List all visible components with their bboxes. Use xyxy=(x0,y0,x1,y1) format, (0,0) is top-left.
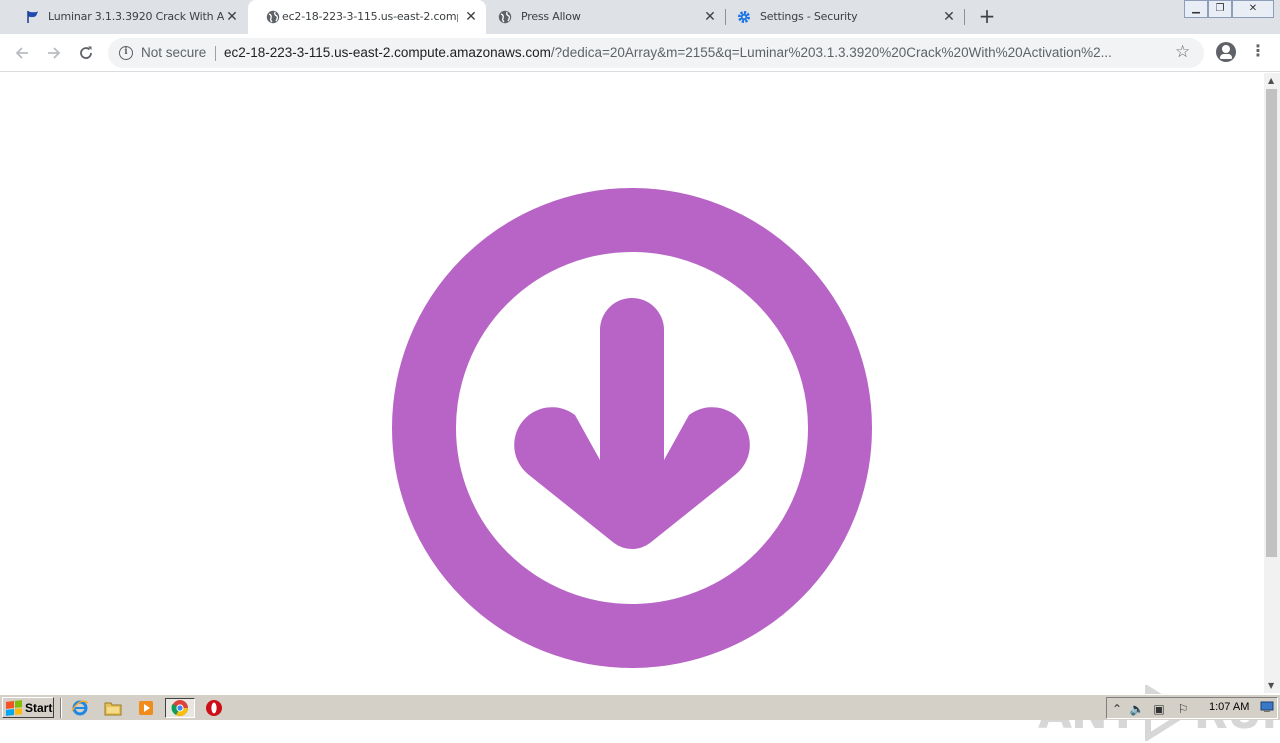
close-tab-icon[interactable]: ✕ xyxy=(941,9,957,25)
scroll-down-icon[interactable]: ▼ xyxy=(1268,681,1274,690)
browser-toolbar: i Not secure ec2-18-223-3-115.us-east-2.… xyxy=(0,34,1280,72)
bookmark-star-icon[interactable]: ☆ xyxy=(1175,42,1190,62)
close-window-button[interactable]: ✕ xyxy=(1232,0,1274,18)
close-tab-icon[interactable]: ✕ xyxy=(224,9,240,25)
scroll-thumb[interactable] xyxy=(1266,89,1277,557)
forward-button[interactable] xyxy=(42,42,66,64)
opera-icon[interactable] xyxy=(202,698,226,718)
taskbar-separator xyxy=(60,698,62,718)
account-icon[interactable] xyxy=(1216,42,1236,62)
tab-luminar[interactable]: Luminar 3.1.3.3920 Crack With Activ ✕ xyxy=(8,0,246,34)
tab-strip: Luminar 3.1.3.3920 Crack With Activ ✕ ec… xyxy=(0,0,1280,34)
show-desktop-icon[interactable] xyxy=(1259,701,1275,717)
explorer-icon[interactable] xyxy=(101,698,125,718)
reload-icon xyxy=(80,46,92,59)
start-label: Start xyxy=(25,700,53,715)
flag-icon xyxy=(26,10,40,24)
close-tab-icon[interactable]: ✕ xyxy=(463,9,479,25)
tab-separator xyxy=(964,9,965,25)
omnibox-separator xyxy=(215,46,216,61)
gear-icon xyxy=(737,10,751,24)
windows-logo-icon xyxy=(6,699,22,716)
clock[interactable]: 1:07 AM xyxy=(1209,701,1249,713)
tab-press-allow[interactable]: Press Allow ✕ xyxy=(488,0,724,34)
reload-button[interactable] xyxy=(74,42,98,64)
tab-title: Settings - Security xyxy=(760,10,858,23)
media-player-icon[interactable] xyxy=(134,698,158,718)
address-bar[interactable]: i Not secure ec2-18-223-3-115.us-east-2.… xyxy=(108,38,1204,68)
globe-icon xyxy=(498,10,512,24)
chrome-icon[interactable] xyxy=(165,698,195,718)
volume-icon[interactable]: 🔈 xyxy=(1129,701,1145,717)
scroll-up-icon[interactable]: ▲ xyxy=(1268,76,1274,85)
tab-title: Press Allow xyxy=(521,10,581,23)
taskbar: Start ⌃ 🔈 ▣ ⚐ 1:07 AM xyxy=(0,694,1280,720)
minimize-button[interactable]: ▁ xyxy=(1184,0,1208,18)
page-viewport: ANY RUN xyxy=(0,73,1280,741)
show-hidden-icons-icon[interactable]: ⌃ xyxy=(1109,701,1125,717)
system-tray: ⌃ 🔈 ▣ ⚐ 1:07 AM xyxy=(1106,697,1278,719)
tab-separator xyxy=(725,9,726,25)
new-tab-button[interactable]: + xyxy=(976,6,998,28)
tab-settings-security[interactable]: Settings - Security ✕ xyxy=(727,0,963,34)
info-icon[interactable]: i xyxy=(119,46,133,60)
back-button[interactable] xyxy=(10,42,34,64)
tab-title: ec2-18-223-3-115.us-east-2.comput xyxy=(282,10,458,23)
restore-button[interactable]: ❐ xyxy=(1208,0,1232,18)
url-path: /?dedica=20Array&m=2155&q=Luminar%203.1.… xyxy=(550,45,1112,60)
close-tab-icon[interactable]: ✕ xyxy=(702,9,718,25)
tab-ec2[interactable]: ec2-18-223-3-115.us-east-2.comput ✕ xyxy=(248,0,486,34)
action-center-flag-icon[interactable]: ⚐ xyxy=(1175,701,1191,717)
url-text[interactable]: ec2-18-223-3-115.us-east-2.compute.amazo… xyxy=(224,45,1164,60)
url-host: ec2-18-223-3-115.us-east-2.compute.amazo… xyxy=(224,45,551,60)
menu-dots-icon[interactable]: ⋮ xyxy=(1250,42,1266,64)
download-arrow-circle-icon[interactable] xyxy=(392,188,872,668)
globe-icon xyxy=(266,10,280,24)
arrow-left-icon xyxy=(15,47,28,59)
security-label[interactable]: Not secure xyxy=(141,45,206,60)
tab-title: Luminar 3.1.3.3920 Crack With Activ xyxy=(48,10,224,23)
ie-icon[interactable] xyxy=(68,698,92,718)
arrow-right-icon xyxy=(48,47,61,59)
start-button[interactable]: Start xyxy=(2,697,54,718)
vertical-scrollbar[interactable]: ▲ ▼ xyxy=(1264,73,1280,693)
network-icon[interactable]: ▣ xyxy=(1151,701,1167,717)
